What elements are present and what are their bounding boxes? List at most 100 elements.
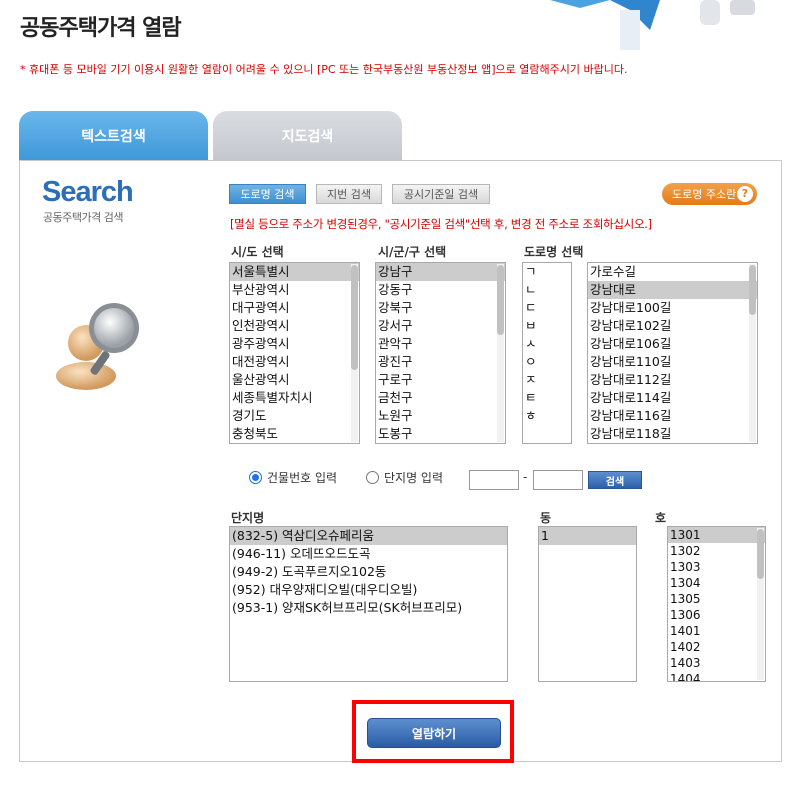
list-item[interactable]: ㄷ <box>523 299 571 317</box>
list-item[interactable]: 강남대로 <box>588 281 757 299</box>
list-item[interactable]: ㅅ <box>523 335 571 353</box>
building-sub-number-input[interactable] <box>533 470 583 490</box>
list-item[interactable]: 1401 <box>668 623 765 639</box>
list-item[interactable]: 광진구 <box>376 353 505 371</box>
list-item[interactable]: 강남대로116길 <box>588 407 757 425</box>
list-item[interactable]: 대전광역시 <box>230 353 359 371</box>
tab-map-search-label: 지도검색 <box>281 128 334 145</box>
person-search-icon <box>56 303 139 390</box>
complex-label: 단지명 <box>231 511 265 525</box>
list-item[interactable]: 충청북도 <box>230 425 359 443</box>
list-item[interactable]: 인천광역시 <box>230 317 359 335</box>
dong-label: 동 <box>540 511 552 525</box>
building-number-radio[interactable]: 건물번호 입력 <box>249 469 337 486</box>
sido-listbox[interactable]: 서울특별시 부산광역시 대구광역시 인천광역시 광주광역시 대전광역시 울산광역… <box>229 262 360 444</box>
tab-text-search-label: 텍스트검색 <box>81 128 146 145</box>
initial-consonant-listbox[interactable]: ㄱ ㄴ ㄷ ㅂ ㅅ ㅇ ㅈ ㅌ ㅎ <box>522 262 572 444</box>
complex-listbox[interactable]: (832-5) 역삼디오슈페리움 (946-11) 오데뜨오드도곡 (949-2… <box>229 526 508 682</box>
list-item[interactable]: 강남대로106길 <box>588 335 757 353</box>
radio-checked-icon[interactable] <box>249 471 262 484</box>
announcement-date-search-button[interactable]: 공시기준일 검색 <box>392 184 490 204</box>
list-item[interactable]: 강남대로102길 <box>588 317 757 335</box>
list-item[interactable]: 1306 <box>668 607 765 623</box>
list-item[interactable]: 가로수길 <box>588 263 757 281</box>
list-item[interactable]: 강남대로100길 <box>588 299 757 317</box>
list-item[interactable]: ㅂ <box>523 317 571 335</box>
ho-listbox[interactable]: 1301 1302 1303 1304 1305 1306 1401 1402 … <box>667 526 766 682</box>
list-item[interactable]: (946-11) 오데뜨오드도곡 <box>230 545 507 563</box>
list-item[interactable]: 강북구 <box>376 299 505 317</box>
list-item[interactable]: 1301 <box>668 527 765 543</box>
road-address-button[interactable]: 도로명 주소란 ? <box>662 183 757 205</box>
list-item[interactable]: ㄱ <box>523 263 571 281</box>
radio-unchecked-icon[interactable] <box>366 471 379 484</box>
scroll-thumb[interactable] <box>749 265 756 315</box>
list-item[interactable]: ㅇ <box>523 353 571 371</box>
sido-label: 시/도 선택 <box>231 245 284 259</box>
sigungu-scrollbar[interactable] <box>497 264 504 442</box>
list-item[interactable]: 강남대로112길 <box>588 371 757 389</box>
list-item[interactable]: 강남대로110길 <box>588 353 757 371</box>
complex-name-radio-label: 단지명 입력 <box>384 471 444 485</box>
building-number-radio-label: 건물번호 입력 <box>267 471 338 485</box>
list-item[interactable]: ㅈ <box>523 371 571 389</box>
building-main-number-input[interactable] <box>469 470 519 490</box>
tab-map-search[interactable]: 지도검색 <box>213 111 402 160</box>
mobile-notice: * 휴대폰 등 모바일 기기 이용시 원활한 열람이 어려울 수 있으니 [PC… <box>20 63 628 76</box>
list-item[interactable]: 강동구 <box>376 281 505 299</box>
complex-name-radio[interactable]: 단지명 입력 <box>366 469 443 486</box>
sigungu-listbox[interactable]: 강남구 강동구 강북구 강서구 관악구 광진구 구로구 금천구 노원구 도봉구 <box>375 262 506 444</box>
list-item[interactable]: 경기도 <box>230 407 359 425</box>
road-listbox[interactable]: 가로수길 강남대로 강남대로100길 강남대로102길 강남대로106길 강남대… <box>587 262 758 444</box>
list-item[interactable]: 광주광역시 <box>230 335 359 353</box>
list-item[interactable]: ㅌ <box>523 389 571 407</box>
page-title: 공동주택가격 열람 <box>20 16 182 41</box>
ho-scrollbar[interactable] <box>757 528 764 680</box>
scroll-thumb[interactable] <box>351 265 358 370</box>
road-scrollbar[interactable] <box>749 264 756 442</box>
list-item[interactable]: 1402 <box>668 639 765 655</box>
list-item[interactable]: 강남대로114길 <box>588 389 757 407</box>
address-change-notice: [멸실 등으로 주소가 변경된경우, "공시기준일 검색"선택 후, 변경 전 … <box>230 217 652 231</box>
list-item[interactable]: 1304 <box>668 575 765 591</box>
header-illustration <box>550 0 755 50</box>
list-item[interactable]: 1303 <box>668 559 765 575</box>
list-item[interactable]: 도봉구 <box>376 425 505 443</box>
list-item[interactable]: 노원구 <box>376 407 505 425</box>
scroll-thumb[interactable] <box>757 529 764 579</box>
search-logo-subtitle: 공동주택가격 검색 <box>43 211 123 224</box>
sido-scrollbar[interactable] <box>351 264 358 442</box>
list-item[interactable]: 강서구 <box>376 317 505 335</box>
list-item[interactable]: 강남구 <box>376 263 505 281</box>
list-item[interactable]: 울산광역시 <box>230 371 359 389</box>
list-item[interactable]: (952) 대우양재디오빌(대우디오빌) <box>230 581 507 599</box>
dong-listbox[interactable]: 1 <box>538 526 637 682</box>
tab-text-search[interactable]: 텍스트검색 <box>19 111 208 160</box>
scroll-thumb[interactable] <box>497 265 504 335</box>
list-item[interactable]: (832-5) 역삼디오슈페리움 <box>230 527 507 545</box>
list-item[interactable]: 1403 <box>668 655 765 671</box>
list-item[interactable]: 서울특별시 <box>230 263 359 281</box>
list-item[interactable]: 1305 <box>668 591 765 607</box>
list-item[interactable]: 대구광역시 <box>230 299 359 317</box>
dash-separator: - <box>523 470 528 484</box>
list-item[interactable]: 1404 <box>668 671 765 681</box>
list-item[interactable]: (953-1) 양재SK허브프리모(SK허브프리모) <box>230 599 507 617</box>
list-item[interactable]: 구로구 <box>376 371 505 389</box>
list-item[interactable]: 부산광역시 <box>230 281 359 299</box>
lot-number-search-button[interactable]: 지번 검색 <box>316 184 382 204</box>
list-item[interactable]: 1302 <box>668 543 765 559</box>
list-item[interactable]: ㅎ <box>523 407 571 425</box>
list-item[interactable]: 관악구 <box>376 335 505 353</box>
list-item[interactable]: ㄴ <box>523 281 571 299</box>
sigungu-label: 시/군/구 선택 <box>378 245 447 259</box>
road-name-search-button[interactable]: 도로명 검색 <box>229 184 306 204</box>
road-address-label: 도로명 주소란 <box>672 188 737 201</box>
list-item[interactable]: 1 <box>539 527 636 545</box>
list-item[interactable]: 금천구 <box>376 389 505 407</box>
list-item[interactable]: (949-2) 도곡푸르지오102동 <box>230 563 507 581</box>
road-label: 도로명 선택 <box>524 245 584 259</box>
list-item[interactable]: 강남대로118길 <box>588 425 757 443</box>
building-search-button[interactable]: 검색 <box>588 471 642 489</box>
list-item[interactable]: 세종특별자치시 <box>230 389 359 407</box>
